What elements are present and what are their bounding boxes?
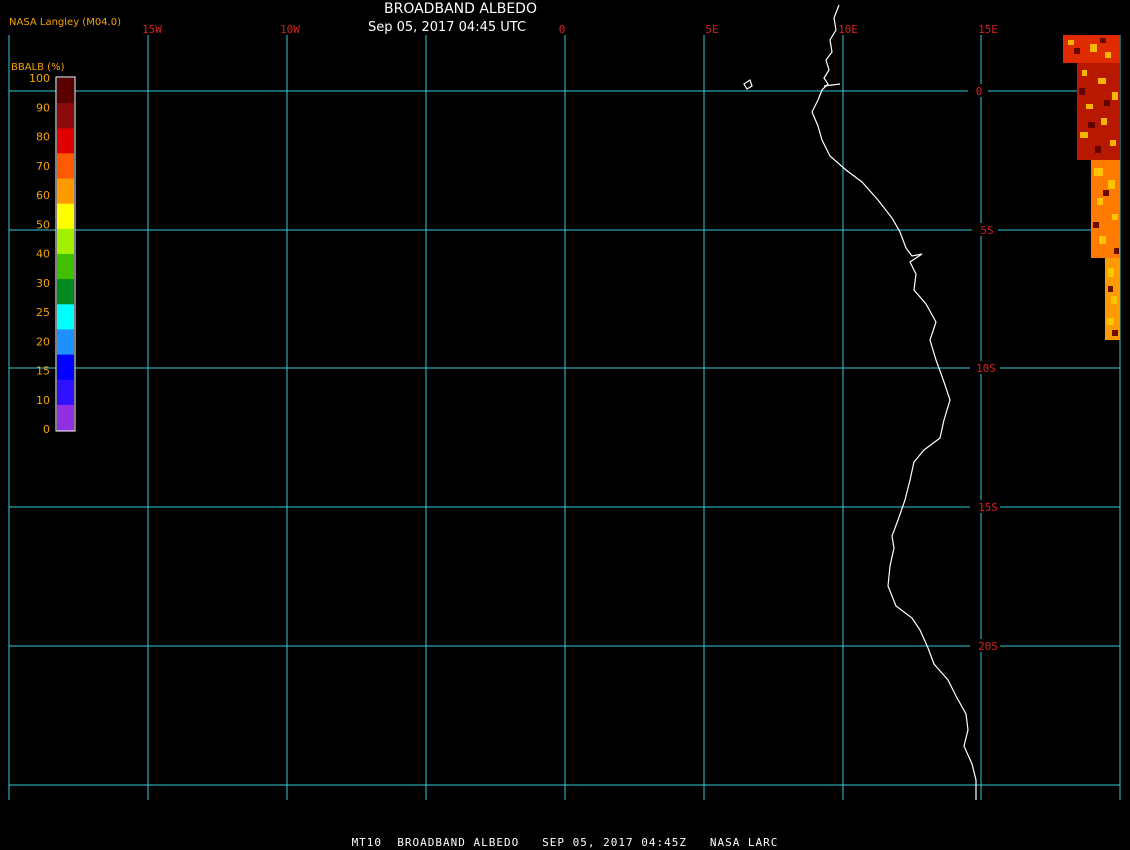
color-legend: 10090807060504030252015100 (29, 72, 76, 436)
lon-label-10w: 10W (280, 23, 300, 36)
legend-swatch (57, 279, 74, 305)
credit-label: NASA Langley (M04.0) (9, 17, 121, 28)
lat-label-0: 0 (976, 85, 983, 98)
legend-swatch (57, 329, 74, 355)
legend-tick-label: 80 (36, 131, 50, 144)
lat-label-5s: 5S (980, 224, 993, 237)
legend-swatch (57, 103, 74, 129)
lon-label-15w: 15W (142, 23, 162, 36)
longitude-labels: 15W 10W 0 5E 10E 15E (142, 23, 998, 36)
legend-tick-label: 15 (36, 365, 50, 378)
legend-tick-label: 30 (36, 277, 50, 290)
lat-label-20s: 20S (978, 640, 998, 653)
legend-swatch (57, 78, 74, 104)
coastline (743, 4, 977, 800)
legend-tick-label: 20 (36, 335, 50, 348)
footer-caption: MT10 BROADBAND ALBEDO SEP 05, 2017 04:45… (351, 836, 779, 849)
legend-swatch (57, 379, 74, 406)
albedo-data-field (1063, 35, 1120, 340)
legend-swatch (57, 228, 74, 255)
legend-swatch (57, 178, 74, 205)
albedo-map: 15W 10W 0 5E 10E 15E 0 5S 10S 15S 20S 10… (8, 4, 1121, 800)
lon-label-5e: 5E (705, 23, 718, 36)
africa-coastline (811, 4, 977, 800)
lon-label-15e: 15E (978, 23, 998, 36)
lat-label-15s: 15S (978, 501, 998, 514)
legend-tick-label: 90 (36, 101, 50, 114)
graticule (8, 35, 1121, 800)
legend-tick-label: 100 (29, 72, 50, 85)
legend-tick-label: 70 (36, 160, 50, 173)
legend-swatch (57, 404, 74, 431)
legend-tick-label: 60 (36, 189, 50, 202)
lat-label-10s: 10S (976, 362, 996, 375)
legend-tick-label: 25 (36, 306, 50, 319)
legend-swatch (57, 254, 74, 280)
legend-swatch (57, 153, 74, 179)
bioko-island (743, 79, 753, 90)
legend-swatch (57, 128, 74, 154)
map-title: BROADBAND ALBEDO (384, 1, 537, 17)
legend-swatch (57, 203, 74, 230)
legend-title: BBALB (%) (11, 62, 65, 73)
legend-tick-label: 10 (36, 394, 50, 407)
legend-swatch (57, 304, 74, 330)
latitude-labels: 0 5S 10S 15S 20S (968, 84, 1000, 653)
lon-label-10e: 10E (838, 23, 858, 36)
lon-label-0: 0 (559, 23, 566, 36)
map-timestamp: Sep 05, 2017 04:45 UTC (368, 20, 527, 35)
legend-swatch (57, 354, 74, 381)
legend-tick-label: 0 (43, 423, 50, 436)
legend-tick-label: 50 (36, 218, 50, 231)
legend-tick-label: 40 (36, 248, 50, 261)
